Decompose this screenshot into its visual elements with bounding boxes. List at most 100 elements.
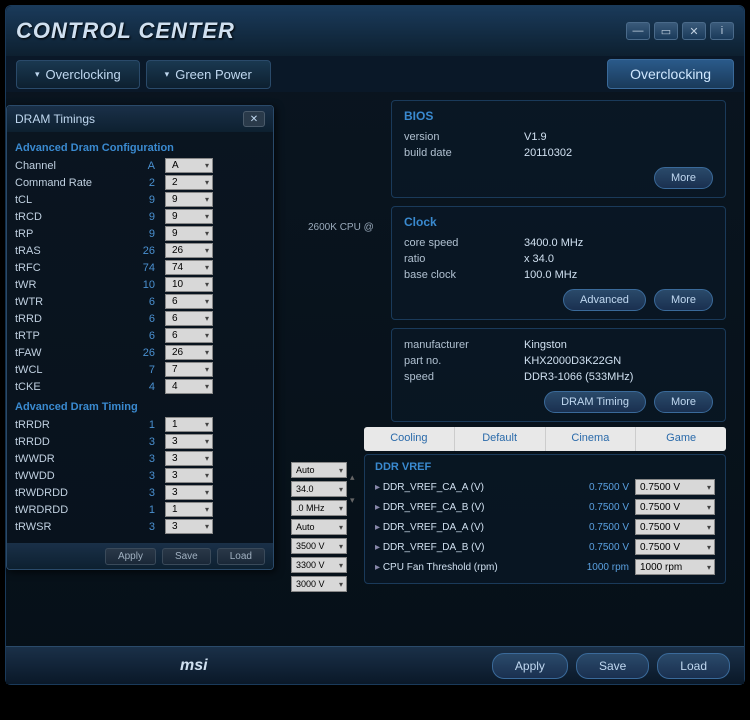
vref-select[interactable]: 0.7500 V xyxy=(635,519,715,535)
sect-adv-config: Advanced Dram Configuration xyxy=(15,136,265,157)
timing-current: 3 xyxy=(125,436,165,448)
msi-logo: msi xyxy=(180,657,208,675)
vref-select[interactable]: 0.7500 V xyxy=(635,479,715,495)
bg-sel-1[interactable]: 34.0 xyxy=(291,481,347,497)
timing-current: 2 xyxy=(125,177,165,189)
timing-select[interactable]: 26 xyxy=(165,345,213,360)
timing-current: 6 xyxy=(125,330,165,342)
dram-timing-button[interactable]: DRAM Timing xyxy=(544,391,646,413)
timing-select[interactable]: 9 xyxy=(165,209,213,224)
close-button[interactable]: ✕ xyxy=(682,22,706,40)
popup-close-button[interactable]: ✕ xyxy=(243,111,265,127)
timing-select[interactable]: 74 xyxy=(165,260,213,275)
vref-select[interactable]: 0.7500 V xyxy=(635,499,715,515)
vref-row: CPU Fan Threshold (rpm) 1000 rpm 1000 rpm xyxy=(375,557,715,577)
timing-name: tFAW xyxy=(15,347,125,359)
arrow-up-icon[interactable]: ▴ xyxy=(350,472,355,483)
popup-save-button[interactable]: Save xyxy=(162,548,211,565)
timing-current: 6 xyxy=(125,313,165,325)
clock-card: Clock core speed3400.0 MHz ratiox 34.0 b… xyxy=(391,206,726,320)
main-tabs: Overclocking Green Power Overclocking xyxy=(6,56,744,92)
mem-more-button[interactable]: More xyxy=(654,391,713,413)
clock-title: Clock xyxy=(404,215,713,229)
timing-row: tRRD66 xyxy=(15,310,265,327)
bios-more-button[interactable]: More xyxy=(654,167,713,189)
timing-select[interactable]: 6 xyxy=(165,294,213,309)
popup-body: Advanced Dram Configuration ChannelAACom… xyxy=(7,132,273,543)
timing-select[interactable]: 6 xyxy=(165,311,213,326)
timing-current: 7 xyxy=(125,364,165,376)
timing-select[interactable]: 3 xyxy=(165,485,213,500)
timing-name: tRRD xyxy=(15,313,125,325)
bg-sel-5[interactable]: 3300 V xyxy=(291,557,347,573)
profile-default[interactable]: Default xyxy=(455,427,546,451)
timing-row: tRRDR11 xyxy=(15,416,265,433)
timing-select[interactable]: 2 xyxy=(165,175,213,190)
timing-name: tWR xyxy=(15,279,125,291)
core-key: core speed xyxy=(404,237,524,249)
timing-select[interactable]: 3 xyxy=(165,468,213,483)
timing-select[interactable]: 26 xyxy=(165,243,213,258)
apply-button[interactable]: Apply xyxy=(492,653,568,679)
arrow-down-icon[interactable]: ▾ xyxy=(350,495,355,506)
dram-timings-popup: DRAM Timings ✕ Advanced Dram Configurati… xyxy=(6,105,274,570)
maximize-button[interactable]: ▭ xyxy=(654,22,678,40)
timing-current: 3 xyxy=(125,487,165,499)
tab-overclocking[interactable]: Overclocking xyxy=(16,60,140,89)
clock-advanced-button[interactable]: Advanced xyxy=(563,289,646,311)
bg-sel-2[interactable]: .0 MHz xyxy=(291,500,347,516)
timing-select[interactable]: 3 xyxy=(165,434,213,449)
timing-select[interactable]: 10 xyxy=(165,277,213,292)
timing-row: tCKE44 xyxy=(15,378,265,395)
window-buttons: — ▭ ✕ i xyxy=(626,22,734,40)
timing-select[interactable]: 3 xyxy=(165,451,213,466)
vref-label: DDR_VREF_DA_B (V) xyxy=(375,542,563,553)
tab-greenpower[interactable]: Green Power xyxy=(146,60,271,89)
bg-sel-3[interactable]: Auto xyxy=(291,519,347,535)
timing-select[interactable]: 1 xyxy=(165,417,213,432)
active-tab-label: Overclocking xyxy=(607,59,734,89)
timing-select[interactable]: 1 xyxy=(165,502,213,517)
profile-cooling[interactable]: Cooling xyxy=(364,427,455,451)
clock-more-button[interactable]: More xyxy=(654,289,713,311)
save-button[interactable]: Save xyxy=(576,653,649,679)
popup-header[interactable]: DRAM Timings ✕ xyxy=(7,106,273,132)
timing-name: tWRDRDD xyxy=(15,504,125,516)
vref-select[interactable]: 1000 rpm xyxy=(635,559,715,575)
info-button[interactable]: i xyxy=(710,22,734,40)
bg-sel-6[interactable]: 3000 V xyxy=(291,576,347,592)
bg-sel-4[interactable]: 3500 V xyxy=(291,538,347,554)
timing-row: tWTR66 xyxy=(15,293,265,310)
timing-select[interactable]: 7 xyxy=(165,362,213,377)
timing-select[interactable]: 9 xyxy=(165,192,213,207)
timing-row: ChannelAA xyxy=(15,157,265,174)
load-button[interactable]: Load xyxy=(657,653,730,679)
vref-label: CPU Fan Threshold (rpm) xyxy=(375,562,563,573)
timing-row: tWR1010 xyxy=(15,276,265,293)
popup-load-button[interactable]: Load xyxy=(217,548,265,565)
ratio-val: x 34.0 xyxy=(524,253,554,265)
vref-value: 1000 rpm xyxy=(569,562,629,573)
bios-version-val: V1.9 xyxy=(524,131,547,143)
vref-select[interactable]: 0.7500 V xyxy=(635,539,715,555)
popup-apply-button[interactable]: Apply xyxy=(105,548,156,565)
timing-row: Command Rate22 xyxy=(15,174,265,191)
timing-select[interactable]: 4 xyxy=(165,379,213,394)
timing-name: tRWDRDD xyxy=(15,487,125,499)
timing-select[interactable]: 9 xyxy=(165,226,213,241)
timing-row: tFAW2626 xyxy=(15,344,265,361)
ddr-vref-card: DDR VREF DDR_VREF_CA_A (V)0.7500 V0.7500… xyxy=(364,454,726,584)
timing-name: tRCD xyxy=(15,211,125,223)
timing-name: tRRDR xyxy=(15,419,125,431)
timing-name: tRP xyxy=(15,228,125,240)
timing-row: tCL99 xyxy=(15,191,265,208)
vref-row: DDR_VREF_CA_A (V)0.7500 V0.7500 V xyxy=(375,477,715,497)
timing-select[interactable]: 3 xyxy=(165,519,213,534)
minimize-button[interactable]: — xyxy=(626,22,650,40)
timing-select[interactable]: 6 xyxy=(165,328,213,343)
bg-sel-0[interactable]: Auto xyxy=(291,462,347,478)
timing-current: 1 xyxy=(125,419,165,431)
profile-game[interactable]: Game xyxy=(636,427,726,451)
profile-cinema[interactable]: Cinema xyxy=(546,427,637,451)
timing-select[interactable]: A xyxy=(165,158,213,173)
